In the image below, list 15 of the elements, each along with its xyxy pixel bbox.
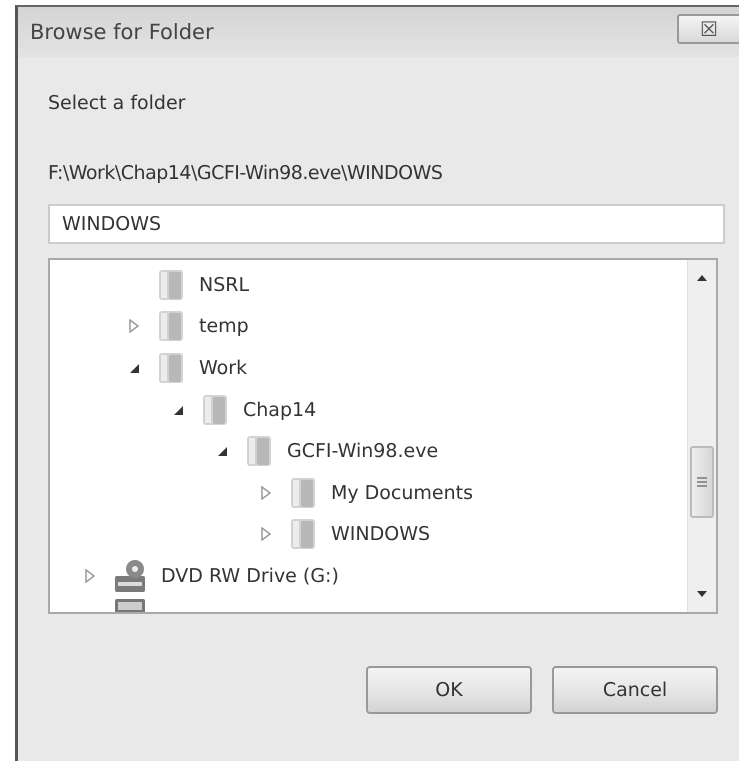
prompt-text: Select a folder — [48, 92, 186, 114]
window-title: Browse for Folder — [30, 20, 214, 44]
tree-item[interactable]: WINDOWS — [331, 523, 430, 546]
tree-item[interactable]: Chap14 — [243, 398, 316, 421]
cancel-button[interactable]: Cancel — [552, 666, 718, 714]
folder-field[interactable]: WINDOWS — [48, 204, 725, 244]
tree-item[interactable]: temp — [199, 315, 249, 338]
ok-button[interactable]: OK — [366, 666, 532, 714]
tree-item[interactable]: Work — [199, 356, 248, 379]
close-button[interactable]: ☒ — [677, 14, 739, 44]
folder-path: F:\Work\Chap14\GCFI-Win98.eve\WINDOWS — [48, 162, 444, 184]
tree-item[interactable]: GCFI-Win98.eve — [287, 440, 438, 462]
tree-item[interactable]: My Documents — [331, 482, 474, 504]
tree-item[interactable]: DVD RW Drive (G:) — [161, 564, 339, 587]
tree-item[interactable]: NSRL — [199, 274, 250, 296]
